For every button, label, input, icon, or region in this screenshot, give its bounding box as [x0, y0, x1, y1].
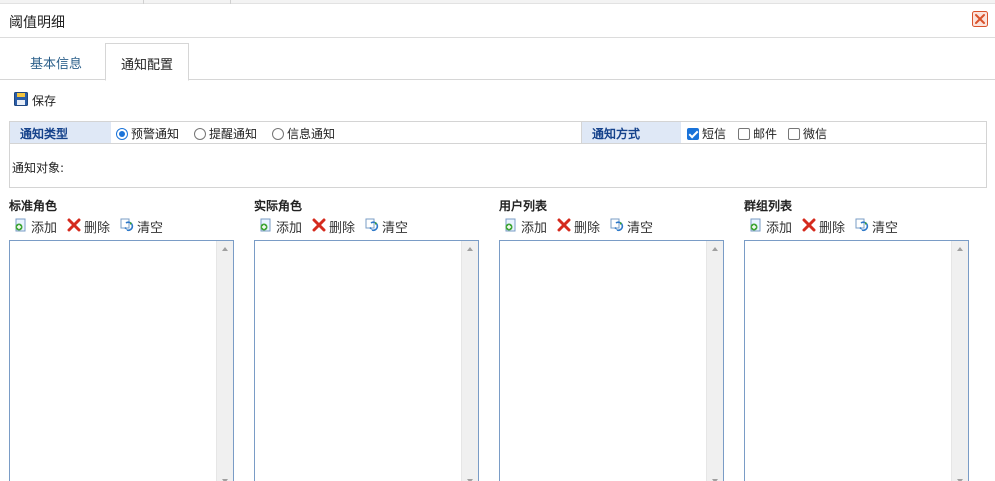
delete-label: 删除	[84, 220, 111, 236]
checkbox-label: 邮件	[753, 127, 778, 141]
add-button[interactable]: 添加	[504, 217, 547, 236]
delete-icon	[802, 218, 816, 235]
panel-user-list: 用户列表 添加 删除 清空	[499, 197, 724, 481]
scroll-up-arrow-icon[interactable]	[957, 247, 963, 251]
panel-toolbar: 添加 删除 清空	[744, 216, 969, 236]
panel-toolbar: 添加 删除 清空	[499, 216, 724, 236]
panel-title: 标准角色	[9, 199, 58, 213]
add-icon	[749, 218, 763, 235]
scroll-up-arrow-icon[interactable]	[467, 247, 473, 251]
add-icon	[259, 218, 273, 235]
notify-target-label: 通知对象:	[12, 161, 65, 175]
radio-button[interactable]	[116, 127, 128, 140]
delete-icon	[67, 218, 81, 235]
add-icon	[14, 218, 28, 235]
refresh-icon	[610, 218, 624, 235]
notify-method-label: 通知方式	[581, 122, 681, 143]
clear-button[interactable]: 清空	[855, 217, 898, 236]
close-icon[interactable]	[972, 11, 988, 27]
radio-warning-notify[interactable]: 预警通知	[116, 125, 179, 142]
delete-button[interactable]: 删除	[802, 217, 845, 236]
delete-button[interactable]: 删除	[312, 217, 355, 236]
panel-title: 实际角色	[254, 199, 303, 213]
add-label: 添加	[31, 220, 58, 236]
delete-label: 删除	[329, 220, 356, 236]
refresh-icon	[120, 218, 134, 235]
scrollbar[interactable]	[706, 241, 723, 481]
notify-form-row: 通知类型 预警通知 提醒通知 信息通知 通知方式 短信 邮件 微信	[10, 122, 986, 144]
scroll-up-arrow-icon[interactable]	[222, 247, 228, 251]
delete-icon	[557, 218, 571, 235]
scroll-up-arrow-icon[interactable]	[712, 247, 718, 251]
delete-label: 删除	[819, 220, 846, 236]
radio-label: 信息通知	[287, 127, 336, 141]
add-button[interactable]: 添加	[749, 217, 792, 236]
panel-group-list: 群组列表 添加 删除 清空	[744, 197, 969, 481]
save-button[interactable]: 保存	[14, 90, 56, 110]
notify-form: 通知类型 预警通知 提醒通知 信息通知 通知方式 短信 邮件 微信 通知对象:	[9, 121, 987, 188]
list-box[interactable]	[254, 240, 479, 481]
window-titlebar: 阈值明细	[0, 4, 995, 38]
clear-label: 清空	[137, 220, 164, 236]
checkbox-email[interactable]: 邮件	[738, 125, 777, 142]
checkbox-wechat[interactable]: 微信	[788, 125, 827, 142]
window-title: 阈值明细	[9, 15, 65, 31]
panel-standard-role: 标准角色 添加 删除 清空	[9, 197, 234, 481]
checkbox[interactable]	[788, 127, 800, 140]
notify-type-label: 通知类型	[10, 122, 111, 143]
delete-icon	[312, 218, 326, 235]
clear-button[interactable]: 清空	[365, 217, 408, 236]
list-box[interactable]	[9, 240, 234, 481]
add-label: 添加	[521, 220, 548, 236]
add-label: 添加	[766, 220, 793, 236]
clear-label: 清空	[627, 220, 654, 236]
panel-title: 群组列表	[744, 199, 793, 213]
delete-button[interactable]: 删除	[557, 217, 600, 236]
radio-label: 预警通知	[131, 127, 180, 141]
floppy-disk-icon	[14, 91, 28, 109]
scrollbar[interactable]	[951, 241, 968, 481]
clear-label: 清空	[382, 220, 409, 236]
radio-button[interactable]	[272, 127, 284, 140]
clear-button[interactable]: 清空	[610, 217, 653, 236]
save-label: 保存	[32, 93, 57, 108]
checkbox-label: 微信	[803, 127, 828, 141]
add-button[interactable]: 添加	[259, 217, 302, 236]
refresh-icon	[365, 218, 379, 235]
panel-title: 用户列表	[499, 199, 548, 213]
list-box[interactable]	[499, 240, 724, 481]
scrollbar[interactable]	[461, 241, 478, 481]
radio-button[interactable]	[194, 127, 206, 140]
radio-info-notify[interactable]: 信息通知	[272, 125, 335, 142]
clear-button[interactable]: 清空	[120, 217, 163, 236]
add-icon	[504, 218, 518, 235]
list-box[interactable]	[744, 240, 969, 481]
delete-label: 删除	[574, 220, 601, 236]
checkbox[interactable]	[687, 127, 699, 140]
scrollbar[interactable]	[216, 241, 233, 481]
panel-toolbar: 添加 删除 清空	[9, 216, 234, 236]
radio-reminder-notify[interactable]: 提醒通知	[194, 125, 257, 142]
add-button[interactable]: 添加	[14, 217, 57, 236]
tab-notify-config[interactable]: 通知配置	[105, 43, 189, 81]
tab-basic-info[interactable]: 基本信息	[14, 43, 98, 80]
refresh-icon	[855, 218, 869, 235]
tab-bar: 基本信息 通知配置	[0, 43, 995, 81]
add-label: 添加	[276, 220, 303, 236]
panel-actual-role: 实际角色 添加 删除 清空	[254, 197, 479, 481]
clear-label: 清空	[872, 220, 899, 236]
panel-toolbar: 添加 删除 清空	[254, 216, 479, 236]
delete-button[interactable]: 删除	[67, 217, 110, 236]
checkbox[interactable]	[738, 127, 750, 140]
radio-label: 提醒通知	[209, 127, 258, 141]
checkbox-label: 短信	[702, 127, 727, 141]
checkbox-sms[interactable]: 短信	[687, 125, 726, 142]
